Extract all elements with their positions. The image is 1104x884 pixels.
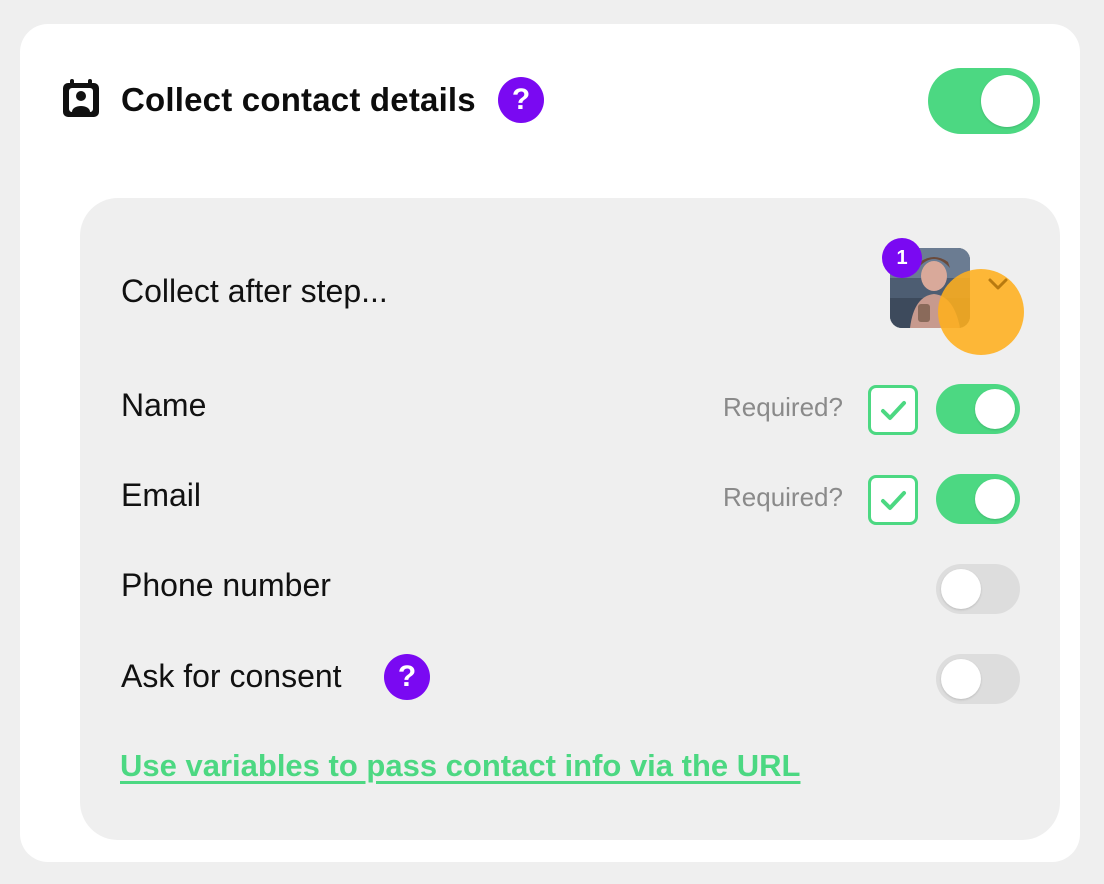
section-title: Collect contact details [121, 81, 476, 118]
contact-details-card: Collect contact details ? Collect after … [20, 24, 1080, 862]
collect-contact-toggle[interactable] [928, 68, 1040, 134]
toggle-knob [941, 569, 981, 609]
required-label: Required? [723, 392, 843, 422]
toggle-knob [941, 659, 981, 699]
field-label-name: Name [121, 387, 207, 423]
toggle-knob [975, 479, 1015, 519]
chevron-down-icon [988, 278, 1008, 290]
help-icon[interactable]: ? [384, 654, 430, 700]
contact-settings-panel: Collect after step... 1 Name Required? E… [80, 198, 1060, 840]
name-required-checkbox[interactable] [868, 385, 918, 435]
toggle-knob [975, 389, 1015, 429]
email-field-toggle[interactable] [936, 474, 1020, 524]
checkmark-icon [881, 401, 906, 420]
url-variables-link[interactable]: Use variables to pass contact info via t… [120, 748, 800, 784]
email-required-checkbox[interactable] [868, 475, 918, 525]
phone-field-toggle[interactable] [936, 564, 1020, 614]
consent-toggle[interactable] [936, 654, 1020, 704]
collect-after-step-label: Collect after step... [121, 273, 388, 309]
section-header: Collect contact details ? [60, 68, 1040, 134]
checkmark-icon [881, 491, 906, 510]
step-number-badge: 1 [882, 238, 922, 278]
required-label: Required? [723, 482, 843, 512]
toggle-knob [981, 75, 1033, 127]
name-field-toggle[interactable] [936, 384, 1020, 434]
help-icon[interactable]: ? [498, 77, 544, 123]
field-label-phone: Phone number [121, 567, 331, 603]
field-label-email: Email [121, 477, 202, 513]
contact-card-icon [63, 79, 99, 117]
step-dropdown-button[interactable] [938, 269, 1024, 355]
field-label-consent: Ask for consent [121, 658, 342, 694]
